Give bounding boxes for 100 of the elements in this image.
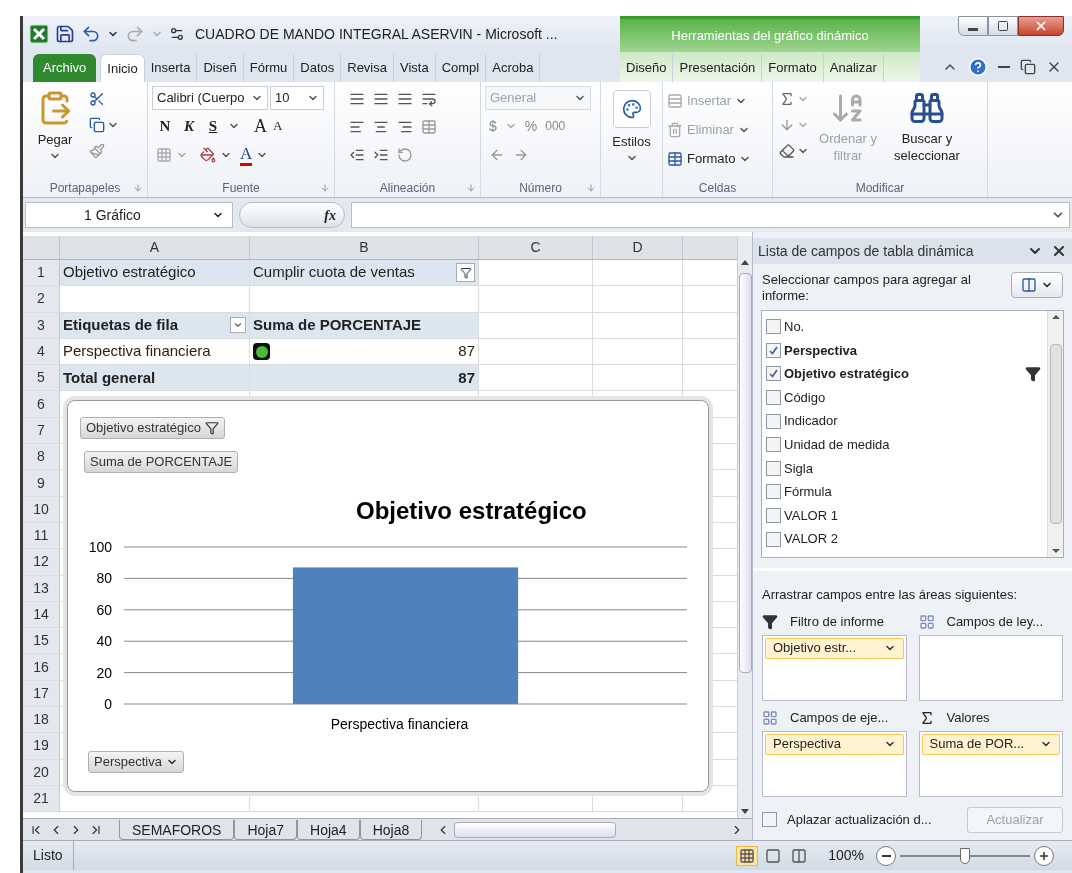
checkbox[interactable] (766, 484, 781, 500)
scissors-icon (89, 91, 105, 107)
font-color-button[interactable]: A (240, 144, 253, 166)
field-chip[interactable]: Objetivo estr... (765, 637, 904, 659)
formula-field[interactable] (351, 202, 1070, 228)
dropdown-button[interactable] (230, 317, 246, 334)
checkbox[interactable] (766, 342, 781, 358)
drop-area[interactable]: Objetivo estr... (762, 634, 907, 701)
row-header[interactable]: 11 (23, 522, 60, 549)
styles-button[interactable]: Estilos (605, 86, 658, 179)
plus-icon (1038, 849, 1050, 862)
row-header[interactable]: 12 (23, 549, 60, 575)
scrollbar[interactable] (737, 236, 752, 818)
field-name[interactable]: Unidad de medida (784, 435, 890, 455)
field-name[interactable]: Indicador (784, 411, 838, 431)
field-name[interactable]: Objetivo estratégico (784, 364, 909, 384)
row-header[interactable]: 10 (23, 496, 60, 522)
layout-button[interactable] (1011, 272, 1063, 298)
zoom-in-button[interactable] (1034, 845, 1054, 866)
paste-button[interactable]: Pegar (27, 86, 83, 179)
field-name[interactable]: VALOR 1 (784, 505, 838, 526)
sheet-tab[interactable]: SEMAFOROS (119, 819, 235, 840)
view-button[interactable] (736, 845, 759, 866)
row-header[interactable]: 21 (23, 785, 60, 812)
insert-function-button[interactable]: fx (239, 202, 345, 228)
field-name[interactable]: Código (784, 387, 826, 408)
row-header[interactable]: 7 (23, 417, 60, 444)
field-chip[interactable]: Suma de POR... (921, 733, 1060, 755)
launcher-icon (586, 183, 596, 193)
row-header[interactable]: 17 (23, 680, 60, 707)
bold-button[interactable]: N (156, 114, 174, 138)
underline-button[interactable]: S (204, 114, 222, 138)
close-button[interactable] (1018, 16, 1064, 36)
field-name[interactable]: No. (784, 317, 805, 337)
row-header[interactable]: 13 (23, 575, 60, 601)
row-header[interactable]: 3 (23, 312, 60, 338)
checkbox[interactable] (766, 366, 781, 382)
increase-indent-icon (373, 147, 389, 163)
y-tick-label: 0 (104, 696, 112, 712)
checkbox[interactable] (766, 508, 781, 524)
field-name[interactable]: Fórmula (784, 482, 832, 502)
x-category-label: Perspectiva financiera (330, 716, 469, 732)
find-select-button[interactable]: Buscar y seleccionar (885, 86, 969, 179)
launcher-icon (320, 183, 330, 193)
field-name[interactable]: Perspectiva (784, 340, 857, 361)
row-header[interactable]: 18 (23, 707, 60, 733)
row-header[interactable]: 9 (23, 470, 60, 496)
column-header[interactable]: A (60, 236, 250, 259)
field-name[interactable]: Sigla (784, 458, 813, 479)
drop-area[interactable]: Perspectiva (762, 730, 907, 797)
field-chip[interactable]: Perspectiva (765, 733, 904, 755)
field-button[interactable]: Objetivo estratégico (80, 417, 225, 439)
checkbox[interactable] (766, 319, 781, 335)
font-size-field[interactable]: 10 (270, 86, 324, 110)
row-header[interactable]: 2 (23, 286, 60, 312)
field-button[interactable]: Suma de PORCENTAJE (84, 451, 239, 473)
sheet-tab[interactable]: Hoja7 (234, 819, 298, 840)
ribbon-tab[interactable]: Archivo (33, 54, 97, 82)
sheet-tab[interactable]: Hoja4 (297, 819, 360, 840)
cells-menu-button[interactable]: Formato (667, 144, 752, 173)
minimize-button[interactable] (958, 16, 988, 36)
shrink-font-button[interactable]: A (273, 116, 283, 136)
checkbox[interactable] (766, 460, 781, 476)
sheet-tab[interactable]: Hoja8 (359, 819, 423, 840)
maximize-button[interactable] (988, 16, 1018, 36)
row-header[interactable]: 4 (23, 338, 60, 365)
grow-font-button[interactable]: A (254, 112, 267, 140)
italic-button[interactable]: K (180, 114, 198, 138)
checkbox[interactable] (762, 812, 777, 827)
scrollbar[interactable] (1047, 311, 1063, 557)
row-header[interactable]: 6 (23, 391, 60, 417)
column-header[interactable]: C (479, 236, 593, 259)
zoom-slider-thumb[interactable] (960, 847, 970, 864)
row-header[interactable]: 16 (23, 654, 60, 680)
checkbox[interactable] (766, 437, 781, 453)
field-name[interactable]: VALOR 2 (784, 529, 838, 549)
column-header[interactable]: D (593, 236, 683, 259)
minus-icon (881, 854, 891, 857)
row-header[interactable]: 1 (23, 260, 60, 286)
row-header[interactable]: 14 (23, 601, 60, 628)
row-header[interactable]: 20 (23, 759, 60, 785)
row-header[interactable]: 5 (23, 365, 60, 391)
column-header[interactable]: B (250, 236, 479, 259)
table-cell-text: Perspectiva financiera (63, 341, 211, 362)
checkbox[interactable] (766, 531, 781, 547)
filter-button[interactable] (456, 263, 475, 283)
drop-area[interactable] (918, 634, 1063, 701)
font-name-field[interactable]: Calibri (Cuerpo (152, 86, 268, 110)
zoom-level[interactable]: 100% (828, 845, 864, 866)
row-header[interactable]: 8 (23, 444, 60, 470)
field-button[interactable]: Perspectiva (88, 751, 184, 773)
checkbox[interactable] (766, 413, 781, 429)
ribbon-tab[interactable]: Inicio (100, 54, 145, 82)
group-label: Modificar (855, 180, 905, 197)
row-header[interactable]: 19 (23, 733, 60, 759)
zoom-out-button[interactable] (876, 845, 896, 866)
row-header[interactable]: 15 (23, 628, 60, 654)
name-box[interactable]: 1 Gráfico (25, 202, 233, 228)
checkbox[interactable] (766, 390, 781, 406)
drop-area[interactable]: Suma de POR... (918, 730, 1063, 797)
